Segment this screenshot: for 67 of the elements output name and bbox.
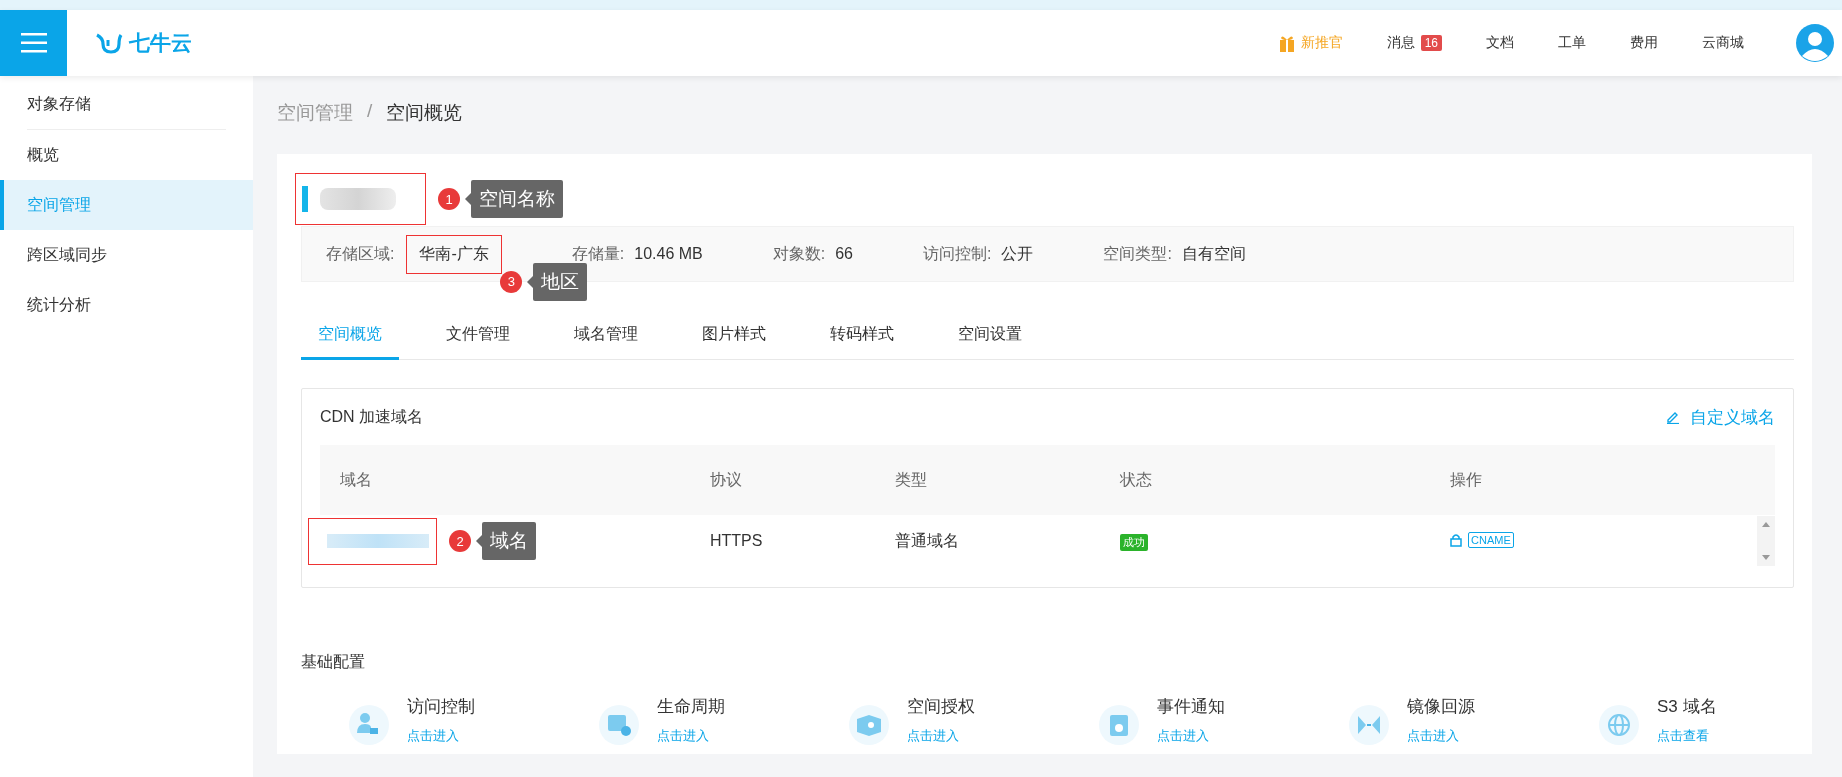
pointer-icon [476, 535, 482, 547]
feature-icon [349, 705, 389, 745]
column-header: 协议 [710, 469, 743, 490]
column-header: 操作 [1450, 469, 1483, 490]
avatar-icon[interactable] [1796, 24, 1834, 62]
panel-title: CDN 加速域名 [320, 406, 424, 427]
feature-title: 生命周期 [657, 696, 725, 718]
section-title: 基础配置 [301, 652, 366, 672]
nav-link[interactable]: 消息 16 [1364, 34, 1464, 52]
sidebar-title: 对象存储 [26, 94, 92, 114]
feature-title: 镜像回源 [1407, 696, 1475, 718]
tab[interactable]: 图片样式 [685, 310, 783, 360]
status-tag: 成功 [1120, 533, 1148, 551]
gift-icon [1278, 34, 1295, 52]
info-value: 自有空间 [1181, 243, 1246, 264]
scroll-down-icon [1762, 555, 1770, 560]
info-value: 66 [835, 245, 853, 263]
table-cell-text: HTTPS [710, 532, 764, 550]
breadcrumb-separator: / [367, 100, 373, 123]
pointer-icon [465, 193, 471, 205]
count-badge: 16 [1420, 35, 1442, 51]
info-label: 对象数: [772, 243, 826, 264]
sidebar-item[interactable]: 统计分析 [0, 280, 253, 330]
info-value: 华南-广东 [419, 243, 489, 264]
breadcrumb-link[interactable]: 空间概览 [386, 100, 463, 126]
sidebar-item[interactable]: 概览 [0, 130, 253, 180]
scroll-up-icon [1762, 522, 1770, 527]
scrollbar[interactable] [1757, 516, 1775, 566]
number-marker: 2 [449, 530, 471, 552]
nav-link[interactable]: 文档 [1464, 34, 1536, 52]
lock-icon [1450, 532, 1462, 547]
info-label: 存储量: [571, 243, 625, 264]
feature-icon [599, 705, 639, 745]
nav-link[interactable]: 工单 [1536, 34, 1608, 52]
feature-title: 访问控制 [407, 696, 475, 718]
info-label: 存储区域: [326, 243, 395, 264]
feature-title: 空间授权 [907, 696, 975, 718]
feature-title: S3 域名 [1657, 696, 1717, 718]
feature-icon [849, 705, 889, 745]
menu-button[interactable] [0, 10, 67, 76]
feature-icon [1099, 705, 1139, 745]
table-cell-text: 普通域名 [895, 530, 960, 551]
column-header: 状态 [1120, 469, 1153, 490]
tab[interactable]: 域名管理 [557, 310, 655, 360]
tab[interactable]: 转码样式 [813, 310, 911, 360]
accent-bar [302, 186, 308, 212]
nav-link[interactable]: 费用 [1608, 34, 1680, 52]
pencil-icon [1666, 410, 1680, 424]
column-header: 域名 [339, 469, 373, 490]
feature-title: 事件通知 [1157, 696, 1225, 718]
info-label: 空间类型: [1103, 243, 1172, 264]
info-value: 公开 [1001, 243, 1034, 264]
info-value: 10.46 MB [634, 245, 703, 263]
info-label: 访问控制: [922, 243, 992, 264]
logo-text: 七牛云 [129, 30, 192, 56]
feature-icon [1599, 705, 1639, 745]
number-marker: 3 [500, 270, 523, 293]
column-header: 类型 [895, 469, 928, 490]
logo-icon [95, 32, 123, 54]
tab[interactable]: 空间设置 [941, 310, 1039, 360]
sidebar-item[interactable]: 跨区域同步 [0, 230, 253, 280]
tab[interactable]: 文件管理 [429, 310, 527, 360]
nav-link[interactable]: 云商城 [1680, 34, 1766, 52]
feature-icon [1349, 705, 1389, 745]
menu-icon [20, 33, 47, 53]
number-marker: 1 [438, 188, 460, 210]
pointer-icon [527, 275, 534, 288]
